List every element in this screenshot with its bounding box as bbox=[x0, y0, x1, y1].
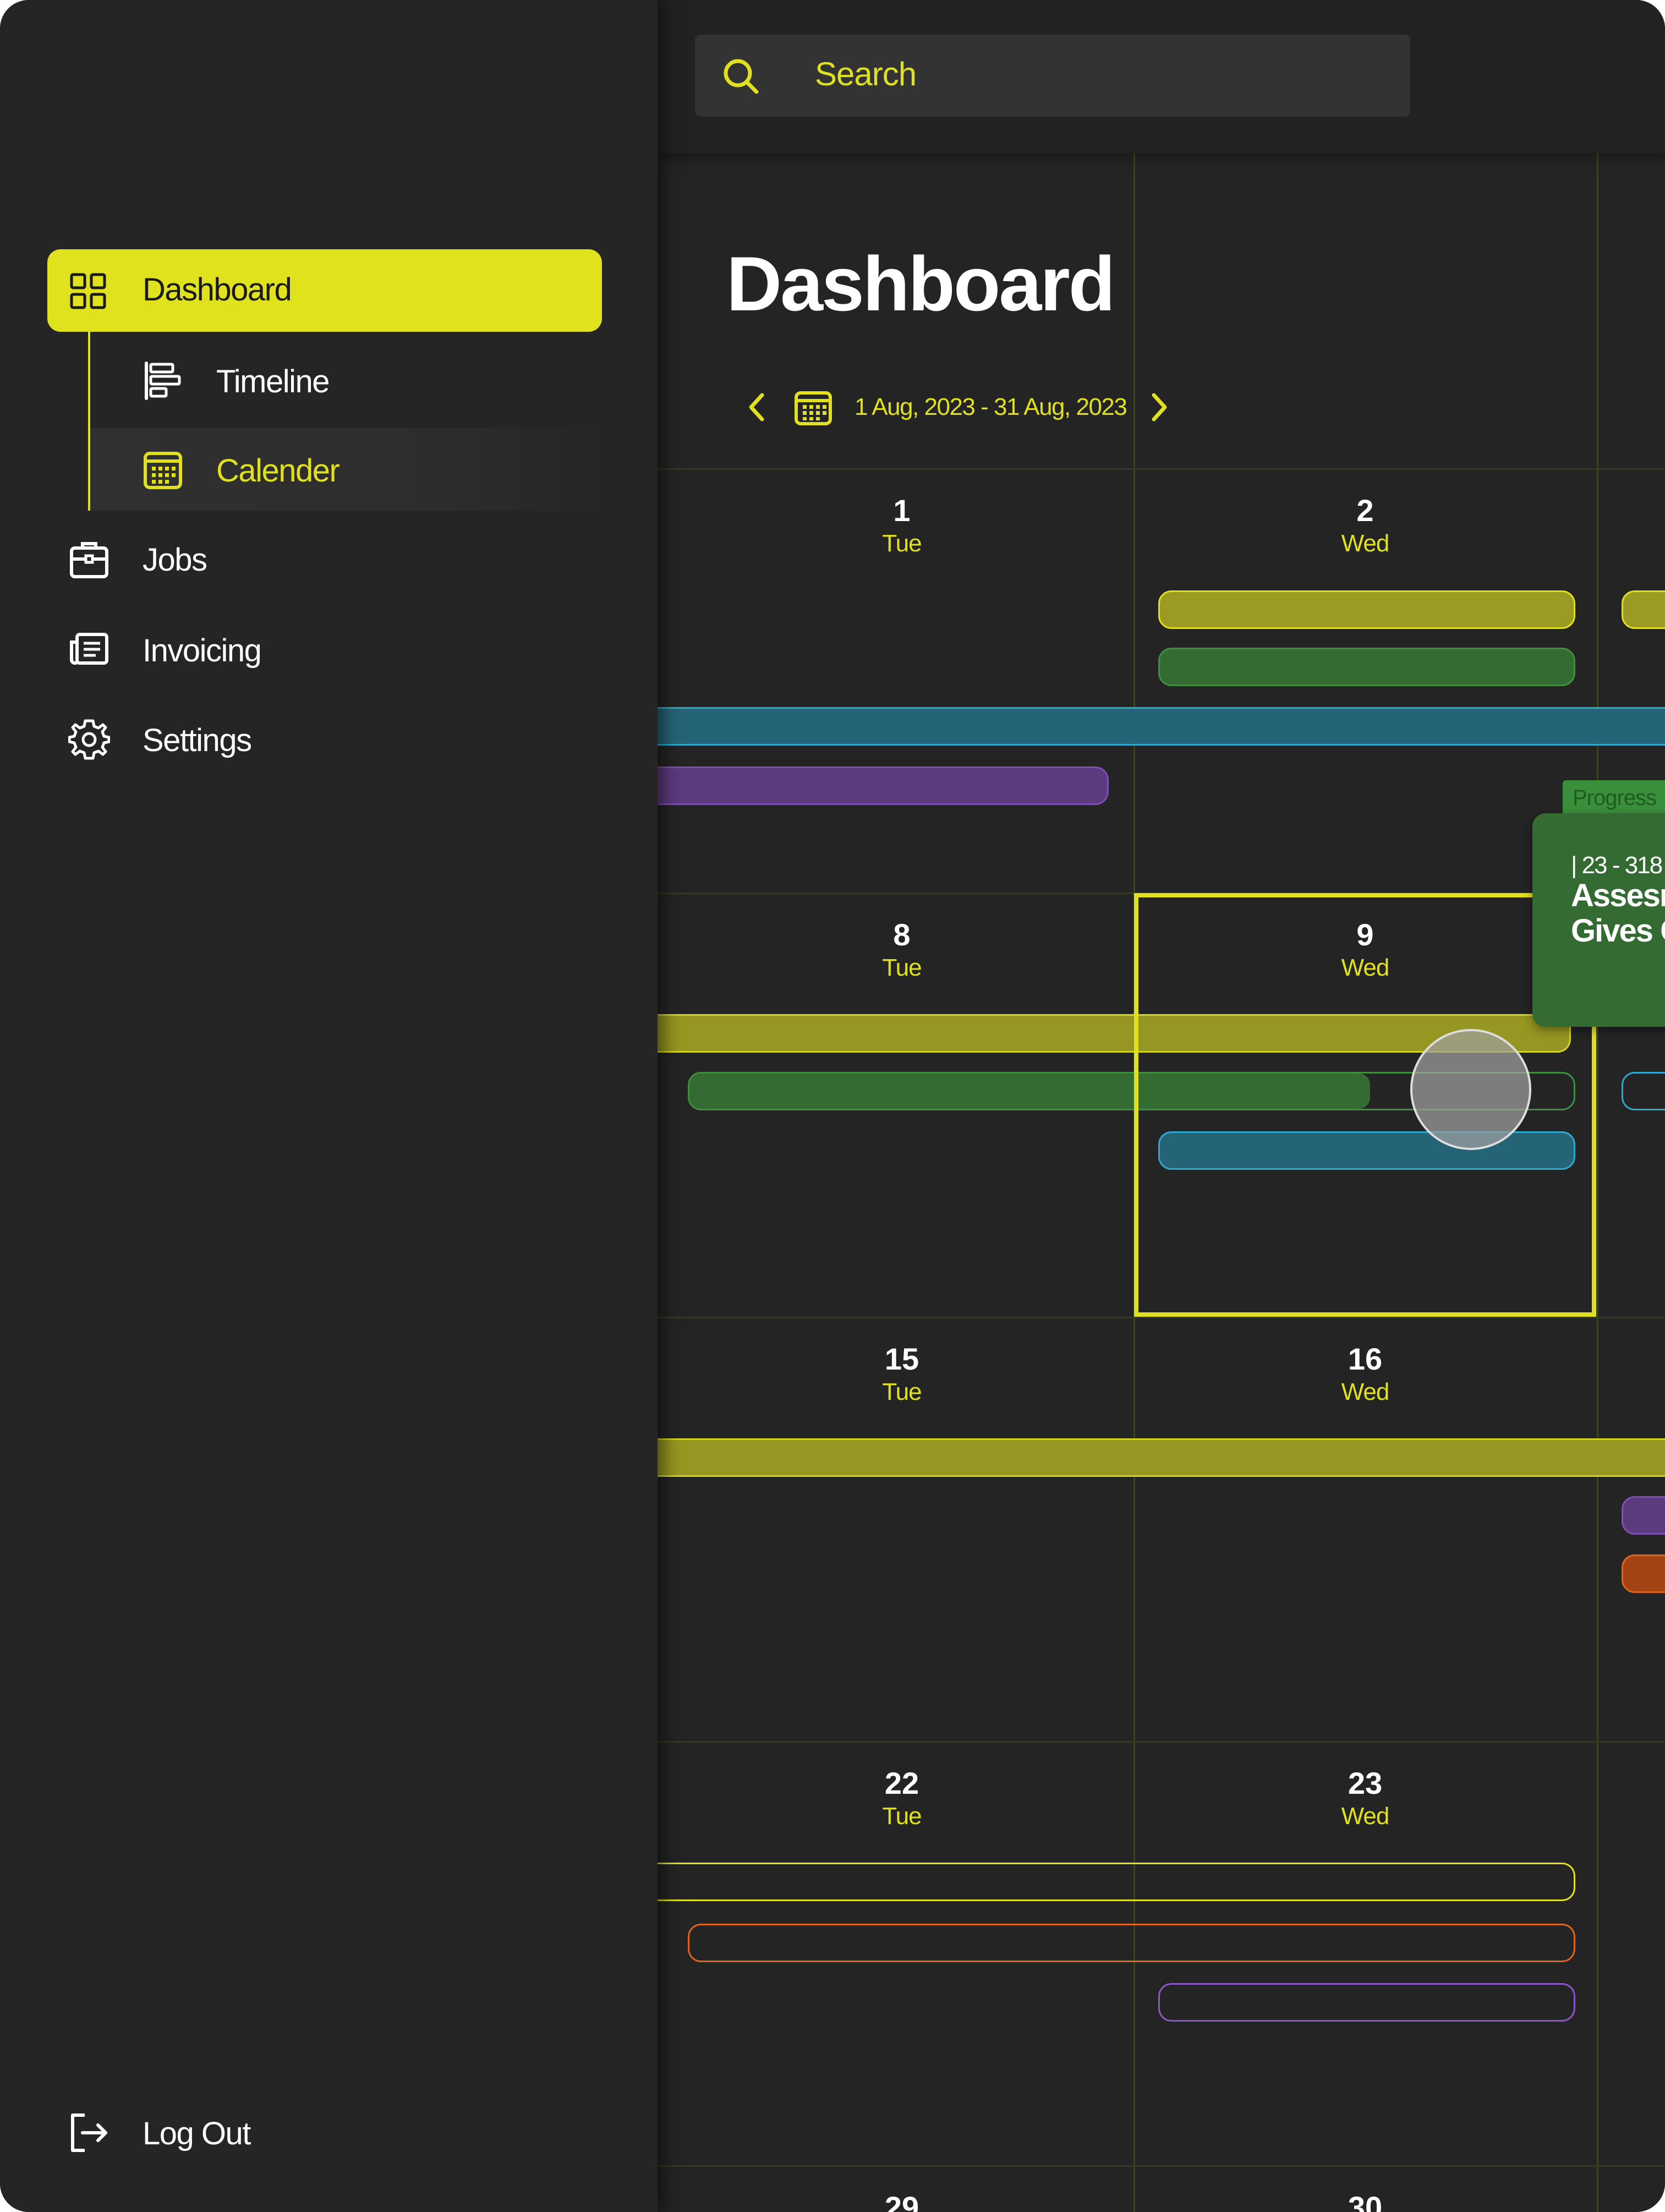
event-bar[interactable] bbox=[658, 766, 1109, 805]
grid-row-divider bbox=[658, 1317, 1665, 1318]
day-number[interactable]: 8 bbox=[847, 917, 957, 952]
calendar-icon[interactable] bbox=[794, 388, 832, 426]
day-number[interactable]: 16 bbox=[1310, 1341, 1420, 1377]
timeline-icon bbox=[145, 362, 181, 400]
job-title: Assesr Gives C bbox=[1571, 878, 1665, 949]
chevron-right-icon[interactable] bbox=[1148, 391, 1170, 424]
day-number[interactable]: 29 bbox=[847, 2189, 957, 2212]
day-name: Tue bbox=[882, 954, 922, 981]
day-name: Tue bbox=[882, 1378, 922, 1405]
job-title-line: Gives C bbox=[1571, 913, 1665, 949]
day-name: Tue bbox=[882, 1803, 922, 1830]
event-bar[interactable] bbox=[658, 1438, 1665, 1477]
sidebar-item-label: Jobs bbox=[143, 542, 207, 578]
sidebar-item-timeline[interactable]: Timeline bbox=[90, 344, 602, 416]
event-bar[interactable] bbox=[1622, 590, 1665, 629]
event-bar[interactable] bbox=[1158, 590, 1575, 629]
sidebar-item-label: Invoicing bbox=[143, 633, 262, 669]
job-code: | 23 - 318 bbox=[1571, 852, 1663, 879]
day-number[interactable]: 23 bbox=[1310, 1765, 1420, 1801]
page-title: Dashboard bbox=[726, 240, 1115, 327]
logout-icon bbox=[71, 2114, 107, 2152]
event-bar[interactable] bbox=[688, 1924, 1575, 1962]
date-range-label: 1 Aug, 2023 - 31 Aug, 2023 bbox=[855, 393, 1127, 420]
event-bar[interactable] bbox=[658, 707, 1665, 746]
event-bar[interactable] bbox=[1622, 1554, 1665, 1593]
grid-row-divider bbox=[658, 468, 1665, 470]
sidebar-item-jobs[interactable]: Jobs bbox=[47, 523, 602, 594]
day-number[interactable]: 30 bbox=[1310, 2189, 1420, 2212]
search-placeholder: Search bbox=[815, 56, 917, 92]
app-window: Dashboard 1 Aug, 2023 - 31 Aug, 2023 1 T… bbox=[0, 0, 1665, 2212]
day-number[interactable]: 2 bbox=[1310, 492, 1420, 528]
sidebar-item-label: Dashboard bbox=[143, 272, 292, 308]
event-popup[interactable]: | 23 - 318 Assesr Gives C bbox=[1532, 813, 1665, 1027]
sidebar-item-dashboard[interactable]: Dashboard bbox=[47, 249, 602, 332]
day-number[interactable]: 15 bbox=[847, 1341, 957, 1377]
event-bar[interactable] bbox=[1622, 1072, 1665, 1110]
top-bar: Search bbox=[658, 0, 1665, 153]
search-input[interactable]: Search bbox=[695, 35, 1410, 117]
logout-label: Log Out bbox=[143, 2116, 251, 2151]
chevron-left-icon[interactable] bbox=[746, 391, 768, 424]
event-bar[interactable] bbox=[1158, 1983, 1575, 2022]
calendar-icon bbox=[144, 452, 182, 489]
search-icon bbox=[724, 59, 759, 94]
sidebar-item-settings[interactable]: Settings bbox=[47, 703, 602, 775]
briefcase-icon bbox=[70, 542, 108, 578]
sidebar-item-invoicing[interactable]: Invoicing bbox=[47, 614, 602, 685]
touch-cursor bbox=[1410, 1029, 1531, 1150]
date-range-control: 1 Aug, 2023 - 31 Aug, 2023 bbox=[746, 385, 1170, 429]
day-name: Wed bbox=[1341, 1378, 1390, 1405]
gear-icon bbox=[68, 719, 110, 760]
event-bar[interactable] bbox=[1622, 1496, 1665, 1535]
grid-column-divider bbox=[1597, 153, 1598, 2212]
invoice-icon bbox=[70, 633, 108, 665]
sidebar: Dashboard Timeline Calender Jobs Invoici… bbox=[0, 0, 658, 2212]
sidebar-item-label: Calender bbox=[216, 453, 340, 489]
logout-button[interactable]: Log Out bbox=[47, 2096, 602, 2168]
day-name: Tue bbox=[882, 530, 922, 557]
event-bar[interactable] bbox=[658, 1863, 1575, 1901]
grid-row-divider bbox=[658, 2165, 1665, 2167]
sidebar-item-calender[interactable]: Calender bbox=[90, 434, 602, 505]
grid-row-divider bbox=[658, 1741, 1665, 1743]
day-name: Wed bbox=[1341, 1803, 1390, 1830]
main-content: Dashboard 1 Aug, 2023 - 31 Aug, 2023 1 T… bbox=[658, 0, 1665, 2212]
day-name: Wed bbox=[1341, 530, 1390, 557]
sidebar-item-label: Timeline bbox=[216, 364, 330, 399]
event-bar[interactable] bbox=[1158, 648, 1575, 686]
day-number[interactable]: 22 bbox=[847, 1765, 957, 1801]
day-number[interactable]: 1 bbox=[847, 492, 957, 528]
job-title-line: Assesr bbox=[1571, 878, 1665, 913]
status-badge: Progress bbox=[1563, 780, 1665, 816]
grid-icon bbox=[70, 273, 106, 309]
sidebar-item-label: Settings bbox=[143, 722, 252, 758]
